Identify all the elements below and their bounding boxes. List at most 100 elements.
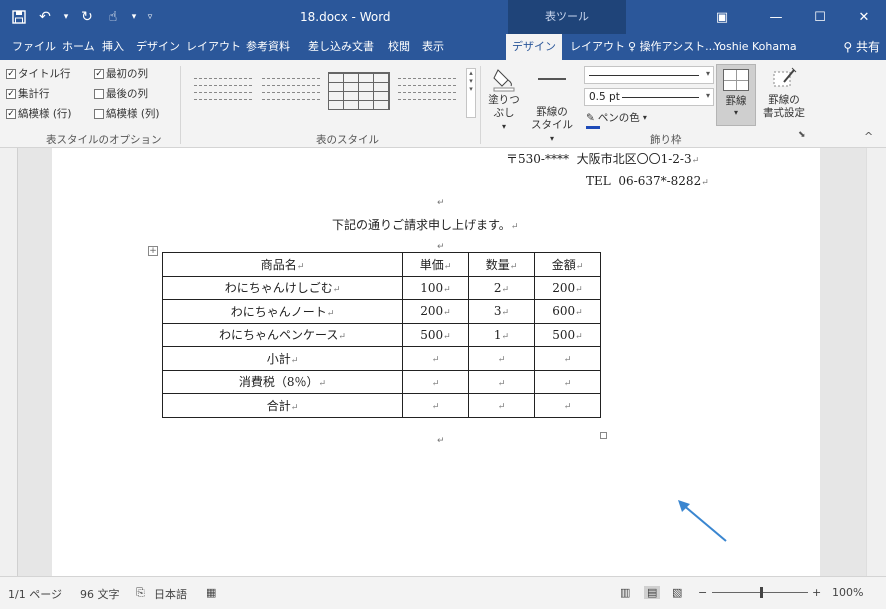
touch-dropdown-icon[interactable]: ▾ bbox=[128, 6, 140, 28]
gallery-scroll[interactable]: ▴ ▾ ▾ bbox=[466, 68, 476, 118]
table-cell[interactable]: ↵ bbox=[402, 393, 469, 418]
table-cell[interactable]: ↵ bbox=[534, 369, 601, 394]
redo-icon[interactable]: ↻ bbox=[76, 6, 98, 28]
table-cell[interactable]: 500↵ bbox=[534, 322, 601, 347]
header-cell-unit-price[interactable]: 単価↵ bbox=[402, 252, 469, 277]
dialog-launcher-icon[interactable]: ⬊ bbox=[798, 130, 806, 140]
zoom-slider-thumb[interactable] bbox=[760, 587, 763, 598]
table-cell[interactable]: 消費税（8％）↵ bbox=[162, 369, 403, 394]
table-move-handle-icon[interactable]: + bbox=[148, 246, 158, 256]
language-indicator[interactable]: 日本語 bbox=[154, 586, 187, 602]
tab-table-design[interactable]: デザイン bbox=[506, 34, 562, 60]
table-cell[interactable]: ↵ bbox=[402, 369, 469, 394]
table-cell[interactable]: 200↵ bbox=[402, 299, 469, 324]
last-column-checkbox[interactable]: 最後の列 bbox=[94, 86, 148, 101]
tab-review[interactable]: 校閲 bbox=[386, 34, 412, 60]
table-cell[interactable]: 2↵ bbox=[468, 275, 535, 300]
user-account[interactable]: Yoshie Kohama bbox=[712, 34, 799, 60]
web-layout-icon[interactable]: ▧ bbox=[672, 586, 682, 599]
zoom-in-icon[interactable]: + bbox=[812, 586, 821, 599]
line-weight-dropdown[interactable]: 0.5 pt ▾ bbox=[584, 88, 714, 106]
ribbon-tabs: ファイル ホーム 挿入 デザイン レイアウト 参考資料 差し込み文書 校閲 表示… bbox=[0, 34, 886, 60]
table-cell[interactable]: 合計↵ bbox=[162, 393, 403, 418]
ribbon-display-icon[interactable]: ▣ bbox=[704, 0, 740, 34]
customize-qat-icon[interactable]: ▿ bbox=[144, 6, 156, 28]
header-text: 商品名 bbox=[260, 257, 297, 272]
invoice-table[interactable]: 商品名↵ 単価↵ 数量↵ 金額↵ わにちゃんけしごむ↵ 100↵ 2↵ 200↵ わにち… bbox=[162, 252, 601, 418]
table-cell[interactable]: ↵ bbox=[468, 393, 535, 418]
table-cell[interactable]: 小計↵ bbox=[162, 346, 403, 371]
tab-references[interactable]: 参考資料 bbox=[244, 34, 292, 60]
proofing-icon[interactable]: ⎘ bbox=[136, 586, 145, 600]
table-style-grid[interactable] bbox=[328, 72, 390, 110]
minimize-icon[interactable]: — bbox=[758, 0, 794, 34]
vertical-scrollbar[interactable] bbox=[866, 148, 886, 576]
tab-mailings[interactable]: 差し込み文書 bbox=[306, 34, 376, 60]
pen-color-button[interactable]: ✎ ペンの色 ▾ bbox=[586, 110, 647, 129]
save-icon[interactable] bbox=[8, 6, 30, 28]
borders-button[interactable]: 罫線 ▾ bbox=[716, 64, 756, 126]
total-row-checkbox[interactable]: ✓ 集計行 bbox=[6, 86, 50, 101]
table-style-plain-2[interactable] bbox=[260, 72, 322, 110]
table-cell[interactable]: ↵ bbox=[468, 346, 535, 371]
banded-columns-checkbox[interactable]: 縞模様 (列) bbox=[94, 106, 160, 121]
read-mode-icon[interactable]: ▥ bbox=[620, 586, 630, 599]
total-row-label: 集計行 bbox=[18, 88, 50, 100]
banded-rows-checkbox[interactable]: ✓ 縞模様 (行) bbox=[6, 106, 72, 121]
table-resize-handle[interactable] bbox=[600, 432, 607, 439]
first-column-checkbox[interactable]: ✓ 最初の列 bbox=[94, 66, 148, 81]
tab-view[interactable]: 表示 bbox=[420, 34, 446, 60]
tab-home[interactable]: ホーム bbox=[60, 34, 97, 60]
table-cell[interactable]: ↵ bbox=[468, 369, 535, 394]
tab-insert[interactable]: 挿入 bbox=[100, 34, 126, 60]
table-style-plain-3[interactable] bbox=[396, 72, 458, 110]
undo-dropdown-icon[interactable]: ▾ bbox=[60, 6, 72, 28]
header-cell-quantity[interactable]: 数量↵ bbox=[468, 252, 535, 277]
header-row-checkbox[interactable]: ✓ タイトル行 bbox=[6, 66, 71, 81]
maximize-icon[interactable]: ☐ bbox=[802, 0, 838, 34]
line-style-dropdown[interactable]: ▾ bbox=[584, 66, 714, 84]
tab-table-layout[interactable]: レイアウト bbox=[568, 34, 627, 60]
table-cell[interactable]: わにちゃんペンケース↵ bbox=[162, 322, 403, 347]
table-cell[interactable]: 200↵ bbox=[534, 275, 601, 300]
chevron-down-icon: ▾ bbox=[501, 122, 506, 131]
word-count[interactable]: 96 文字 bbox=[80, 586, 120, 602]
close-icon[interactable]: ✕ bbox=[846, 0, 882, 34]
table-cell[interactable]: わにちゃんけしごむ↵ bbox=[162, 275, 403, 300]
share-button[interactable]: ⚲ 共有 bbox=[843, 34, 880, 60]
zoom-level[interactable]: 100% bbox=[832, 586, 863, 599]
touch-mode-icon[interactable]: ☝ bbox=[102, 6, 124, 28]
border-styles-button[interactable]: 罫線の スタイル ▾ bbox=[528, 66, 576, 145]
table-cell[interactable]: ↵ bbox=[534, 393, 601, 418]
header-text: 単価 bbox=[419, 257, 444, 272]
tell-me-search[interactable]: ♀ 操作アシスト... bbox=[626, 34, 718, 60]
header-cell-product[interactable]: 商品名↵ bbox=[162, 252, 403, 277]
collapse-ribbon-icon[interactable]: ^ bbox=[864, 130, 873, 143]
tab-design[interactable]: デザイン bbox=[134, 34, 182, 60]
table-row: 消費税（8％）↵ ↵ ↵ ↵ bbox=[162, 369, 601, 394]
tab-layout[interactable]: レイアウト bbox=[184, 34, 243, 60]
page-count[interactable]: 1/1 ページ bbox=[8, 586, 62, 602]
table-cell[interactable]: ↵ bbox=[402, 346, 469, 371]
table-cell[interactable]: 500↵ bbox=[402, 322, 469, 347]
print-layout-icon[interactable]: ▤ bbox=[644, 586, 661, 599]
paragraph-mark: ↵ bbox=[497, 355, 506, 366]
header-cell-amount[interactable]: 金額↵ bbox=[534, 252, 601, 277]
table-cell[interactable]: 600↵ bbox=[534, 299, 601, 324]
table-cell[interactable]: 3↵ bbox=[468, 299, 535, 324]
undo-icon[interactable]: ↶ bbox=[34, 6, 56, 28]
tab-file[interactable]: ファイル bbox=[10, 34, 58, 60]
table-cell[interactable]: ↵ bbox=[534, 346, 601, 371]
paragraph-mark: ↵ bbox=[497, 378, 506, 389]
macro-icon[interactable]: ▦ bbox=[206, 586, 216, 599]
table-cell[interactable]: 1↵ bbox=[468, 322, 535, 347]
shading-button[interactable]: 塗りつぶし ▾ bbox=[484, 66, 524, 133]
table-style-plain-1[interactable] bbox=[192, 72, 254, 110]
table-cell[interactable]: わにちゃんノート↵ bbox=[162, 299, 403, 324]
document-page[interactable]: 〒530-**** 大阪市北区〇〇1-2-3↵ TEL 06-637*-8282… bbox=[52, 148, 820, 576]
zoom-out-icon[interactable]: − bbox=[698, 586, 707, 599]
chevron-down-icon: ▾ bbox=[705, 69, 710, 78]
table-cell[interactable]: 100↵ bbox=[402, 275, 469, 300]
table-row: わにちゃんノート↵ 200↵ 3↵ 600↵ bbox=[162, 299, 601, 324]
border-painter-button[interactable]: 罫線の 書式設定 bbox=[760, 66, 808, 120]
